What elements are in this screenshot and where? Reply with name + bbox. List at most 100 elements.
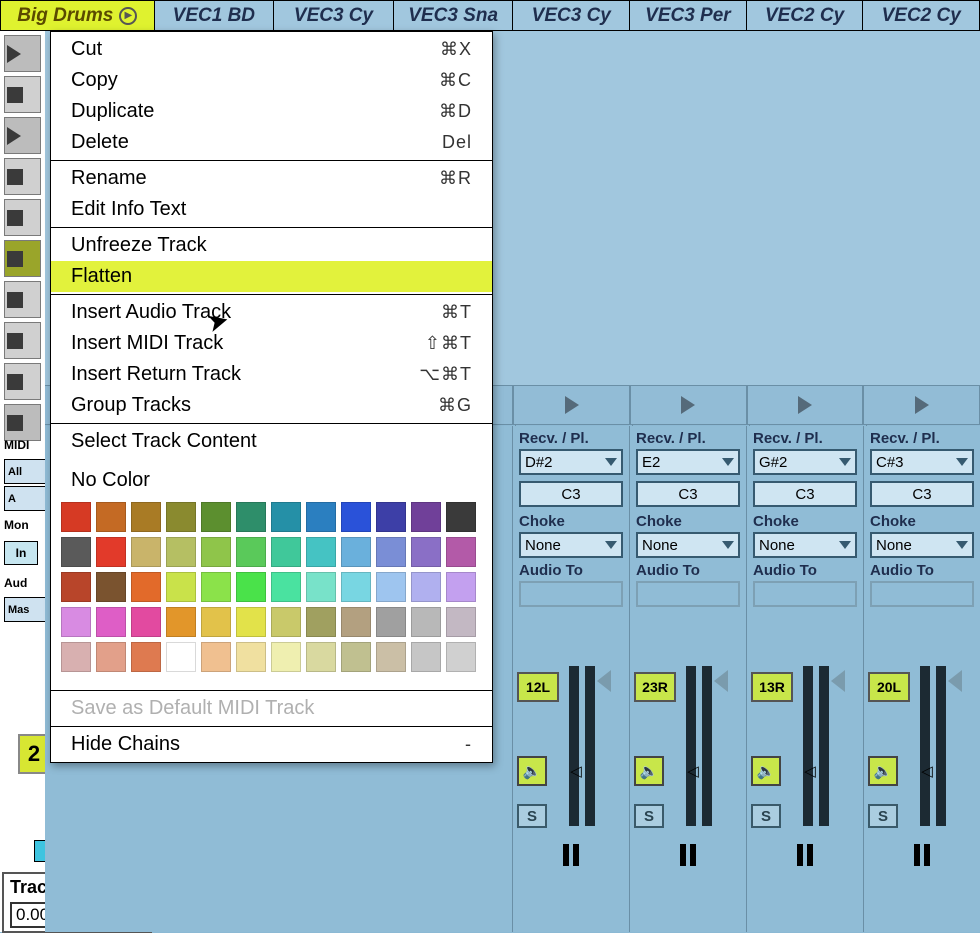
volume-fader[interactable] [918, 666, 948, 826]
solo-button[interactable]: S [868, 804, 898, 828]
color-swatch[interactable] [376, 502, 406, 532]
menu-item[interactable]: Select Track Content [51, 426, 492, 457]
color-swatch[interactable] [446, 642, 476, 672]
receive-note-select[interactable]: D#2 [519, 449, 623, 475]
play-note-select[interactable]: C3 [753, 481, 857, 507]
color-swatch[interactable] [201, 642, 231, 672]
choke-select[interactable]: None [870, 532, 974, 558]
color-swatch[interactable] [306, 642, 336, 672]
color-swatch[interactable] [236, 572, 266, 602]
color-swatch[interactable] [271, 607, 301, 637]
color-swatch[interactable] [166, 572, 196, 602]
clip-slot[interactable] [4, 117, 41, 154]
color-swatch[interactable] [61, 572, 91, 602]
pan-value[interactable]: 20L [868, 672, 910, 702]
speaker-button[interactable]: 🔈 [751, 756, 781, 786]
color-swatch[interactable] [166, 642, 196, 672]
color-swatch[interactable] [271, 572, 301, 602]
menu-item[interactable]: Unfreeze Track [51, 230, 492, 261]
clip-slot[interactable] [4, 322, 41, 359]
play-note-select[interactable]: C3 [519, 481, 623, 507]
color-swatch[interactable] [236, 537, 266, 567]
color-swatch[interactable] [131, 537, 161, 567]
track-header[interactable]: VEC1 BD [155, 0, 275, 31]
color-swatch[interactable] [131, 502, 161, 532]
color-swatch[interactable] [96, 607, 126, 637]
menu-hide-chains[interactable]: Hide Chains- [51, 729, 492, 760]
color-swatch[interactable] [411, 607, 441, 637]
color-swatch[interactable] [446, 537, 476, 567]
volume-fader[interactable] [684, 666, 714, 826]
clip-slot[interactable] [4, 240, 41, 277]
color-swatch[interactable] [236, 502, 266, 532]
clip-slot[interactable] [4, 76, 41, 113]
color-swatch[interactable] [201, 502, 231, 532]
fader-handle-icon[interactable] [714, 670, 728, 692]
solo-button[interactable]: S [751, 804, 781, 828]
color-swatch[interactable] [411, 572, 441, 602]
clip-slot[interactable] [4, 281, 41, 318]
menu-item[interactable]: Edit Info Text [51, 194, 492, 225]
menu-item[interactable]: Cut⌘X [51, 34, 492, 65]
speaker-button[interactable]: 🔈 [868, 756, 898, 786]
color-swatch[interactable] [306, 607, 336, 637]
menu-item[interactable]: Copy⌘C [51, 65, 492, 96]
fader-handle-icon[interactable] [948, 670, 962, 692]
choke-select[interactable]: None [753, 532, 857, 558]
menu-item[interactable]: Group Tracks⌘G [51, 390, 492, 421]
color-swatch[interactable] [271, 502, 301, 532]
color-swatch[interactable] [306, 572, 336, 602]
midi-channel-select[interactable]: A [4, 486, 46, 511]
clip-slot[interactable] [4, 363, 41, 400]
color-swatch[interactable] [271, 642, 301, 672]
color-swatch[interactable] [446, 607, 476, 637]
pan-value[interactable]: 12L [517, 672, 559, 702]
color-swatch[interactable] [376, 642, 406, 672]
color-swatch[interactable] [376, 607, 406, 637]
menu-item[interactable]: Insert MIDI Track⇧⌘T [51, 328, 492, 359]
color-swatch[interactable] [411, 502, 441, 532]
clip-slot[interactable] [4, 199, 41, 236]
track-header[interactable]: Big Drums▶ [0, 0, 155, 31]
menu-item[interactable]: Insert Audio Track⌘T [51, 297, 492, 328]
color-swatch[interactable] [96, 642, 126, 672]
color-swatch[interactable] [201, 607, 231, 637]
color-swatch[interactable] [96, 502, 126, 532]
color-swatch[interactable] [131, 572, 161, 602]
color-swatch[interactable] [411, 642, 441, 672]
track-header[interactable]: VEC3 Cy [274, 0, 394, 31]
track-fold-icon[interactable]: ▶ [119, 7, 137, 25]
pan-value[interactable]: 13R [751, 672, 793, 702]
color-swatch[interactable] [61, 537, 91, 567]
color-swatch[interactable] [341, 572, 371, 602]
track-header[interactable]: VEC3 Per [630, 0, 747, 31]
color-swatch[interactable] [131, 642, 161, 672]
clip-slot[interactable] [4, 35, 41, 72]
fader-handle-icon[interactable] [597, 670, 611, 692]
color-swatch[interactable] [341, 607, 371, 637]
color-swatch[interactable] [236, 642, 266, 672]
volume-fader[interactable] [567, 666, 597, 826]
scene-play-button[interactable] [513, 385, 630, 425]
scene-play-button[interactable] [747, 385, 864, 425]
midi-from-select[interactable]: All [4, 459, 46, 484]
audio-to-select[interactable] [519, 581, 623, 607]
fader-handle-icon[interactable] [831, 670, 845, 692]
color-swatch[interactable] [201, 537, 231, 567]
solo-button[interactable]: S [517, 804, 547, 828]
color-swatch[interactable] [61, 607, 91, 637]
color-swatch[interactable] [446, 572, 476, 602]
menu-item[interactable]: DeleteDel [51, 127, 492, 158]
volume-fader[interactable] [801, 666, 831, 826]
color-swatch[interactable] [96, 572, 126, 602]
color-swatch[interactable] [376, 537, 406, 567]
track-header[interactable]: VEC2 Cy [863, 0, 980, 31]
track-header[interactable]: VEC3 Cy [513, 0, 630, 31]
color-swatch[interactable] [271, 537, 301, 567]
color-swatch[interactable] [341, 502, 371, 532]
speaker-button[interactable]: 🔈 [517, 756, 547, 786]
monitor-in-button[interactable]: In [4, 541, 38, 565]
clip-slot[interactable] [4, 158, 41, 195]
color-swatch[interactable] [131, 607, 161, 637]
audio-to-select[interactable] [753, 581, 857, 607]
